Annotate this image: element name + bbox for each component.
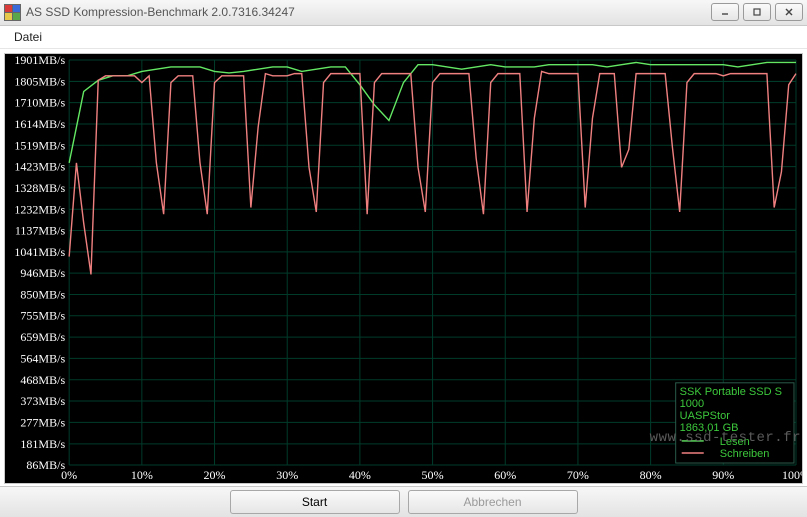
svg-text:100%: 100%: [782, 468, 802, 482]
svg-text:277MB/s: 277MB/s: [20, 415, 65, 429]
svg-text:50%: 50%: [422, 468, 444, 482]
svg-text:SSK Portable SSD S: SSK Portable SSD S: [680, 386, 782, 398]
svg-text:1137MB/s: 1137MB/s: [15, 223, 66, 237]
svg-text:Lesen: Lesen: [720, 436, 750, 448]
menu-datei[interactable]: Datei: [8, 28, 48, 46]
svg-text:564MB/s: 564MB/s: [20, 351, 65, 365]
svg-text:373MB/s: 373MB/s: [20, 394, 65, 408]
menubar: Datei: [0, 26, 807, 49]
abort-button: Abbrechen: [408, 490, 578, 514]
button-bar: Start Abbrechen: [0, 486, 807, 517]
svg-text:20%: 20%: [204, 468, 226, 482]
svg-text:30%: 30%: [276, 468, 298, 482]
svg-text:1232MB/s: 1232MB/s: [14, 202, 65, 216]
svg-text:1710MB/s: 1710MB/s: [14, 95, 65, 109]
svg-text:181MB/s: 181MB/s: [20, 437, 65, 451]
svg-text:850MB/s: 850MB/s: [20, 287, 65, 301]
app-window: AS SSD Kompression-Benchmark 2.0.7316.34…: [0, 0, 807, 517]
svg-text:70%: 70%: [567, 468, 589, 482]
close-button[interactable]: [775, 3, 803, 21]
svg-text:1000: 1000: [680, 398, 705, 410]
svg-text:90%: 90%: [712, 468, 734, 482]
compression-chart: 86MB/s 181MB/s 277MB/s 373MB/s 468MB/s 564MB/…: [5, 54, 802, 483]
chart-area: 86MB/s 181MB/s 277MB/s 373MB/s 468MB/s 564MB/…: [0, 49, 807, 486]
app-icon: [4, 4, 20, 20]
svg-text:946MB/s: 946MB/s: [20, 266, 65, 280]
svg-text:1041MB/s: 1041MB/s: [14, 245, 65, 259]
svg-text:80%: 80%: [640, 468, 662, 482]
svg-text:1805MB/s: 1805MB/s: [14, 74, 65, 88]
svg-text:1519MB/s: 1519MB/s: [14, 138, 65, 152]
svg-text:UASPStor: UASPStor: [680, 410, 731, 422]
svg-text:60%: 60%: [494, 468, 516, 482]
svg-text:1423MB/s: 1423MB/s: [14, 159, 65, 173]
svg-text:1901MB/s: 1901MB/s: [14, 54, 65, 67]
maximize-button[interactable]: [743, 3, 771, 21]
minimize-button[interactable]: [711, 3, 739, 21]
svg-text:Schreiben: Schreiben: [720, 448, 770, 460]
svg-text:0%: 0%: [61, 468, 77, 482]
svg-text:86MB/s: 86MB/s: [26, 458, 65, 472]
svg-text:659MB/s: 659MB/s: [20, 330, 65, 344]
titlebar: AS SSD Kompression-Benchmark 2.0.7316.34…: [0, 0, 807, 26]
svg-text:468MB/s: 468MB/s: [20, 373, 65, 387]
svg-text:10%: 10%: [131, 468, 153, 482]
svg-text:1328MB/s: 1328MB/s: [14, 181, 65, 195]
svg-text:1614MB/s: 1614MB/s: [14, 117, 65, 131]
window-title: AS SSD Kompression-Benchmark 2.0.7316.34…: [26, 5, 711, 19]
start-button[interactable]: Start: [230, 490, 400, 514]
svg-text:40%: 40%: [349, 468, 371, 482]
svg-text:755MB/s: 755MB/s: [20, 309, 65, 323]
svg-text:1863,01 GB: 1863,01 GB: [680, 422, 739, 434]
